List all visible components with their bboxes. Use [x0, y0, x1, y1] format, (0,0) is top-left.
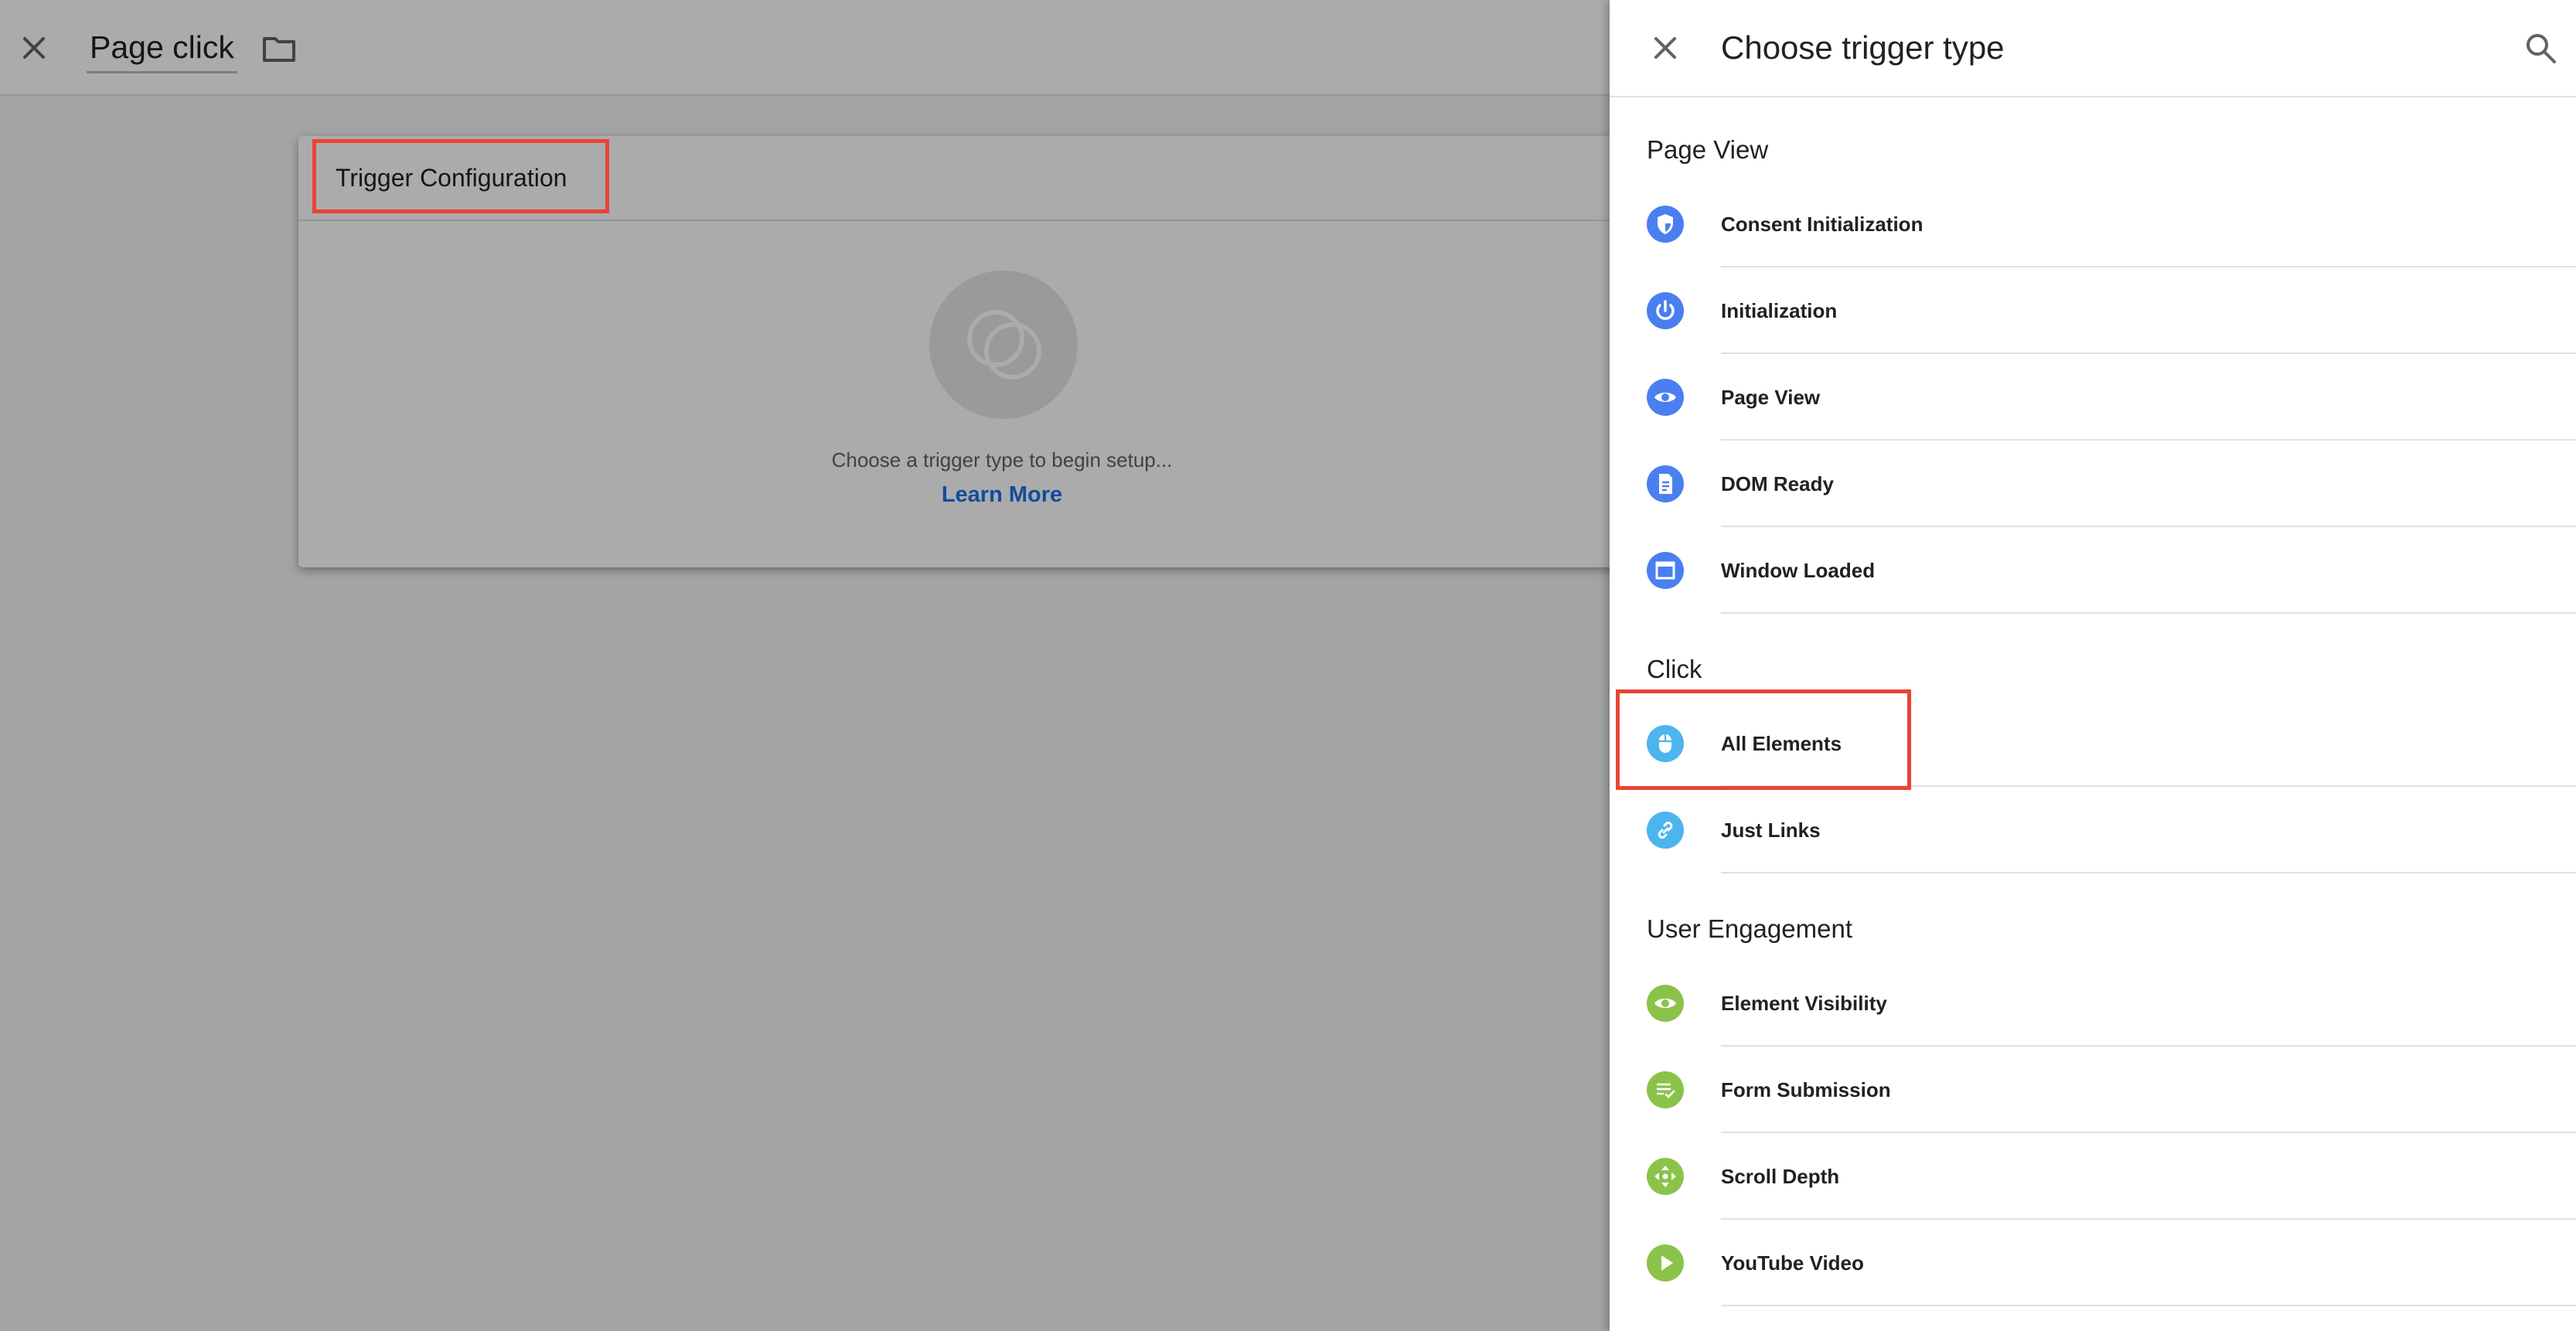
- eye-icon: [1647, 379, 1684, 416]
- shield-icon: [1647, 206, 1684, 243]
- mouse-icon: [1647, 725, 1684, 762]
- item-label: Page View: [1721, 386, 1821, 409]
- search-button[interactable]: [2522, 29, 2561, 68]
- item-label: Consent Initialization: [1721, 213, 1923, 236]
- divider: [1721, 1305, 2576, 1306]
- trigger-window-loaded[interactable]: Window Loaded: [1610, 527, 2576, 614]
- trigger-form-submission[interactable]: Form Submission: [1610, 1047, 2576, 1133]
- power-icon: [1647, 292, 1684, 329]
- item-label: DOM Ready: [1721, 472, 1834, 495]
- trigger-all-elements[interactable]: All Elements: [1610, 700, 2576, 787]
- section-title-page-view: Page View: [1647, 135, 1769, 164]
- divider: [1721, 872, 2576, 873]
- scroll-arrows-icon: [1647, 1158, 1684, 1195]
- item-label: Scroll Depth: [1721, 1165, 1840, 1188]
- play-icon: [1647, 1244, 1684, 1282]
- item-label: Window Loaded: [1721, 559, 1876, 582]
- close-icon: [1654, 37, 1676, 59]
- item-label: YouTube Video: [1721, 1251, 1864, 1275]
- trigger-element-visibility[interactable]: Element Visibility: [1610, 960, 2576, 1047]
- item-label: Form Submission: [1721, 1078, 1891, 1101]
- eye-icon: [1647, 985, 1684, 1022]
- item-label: Element Visibility: [1721, 992, 1887, 1015]
- divider: [1721, 612, 2576, 614]
- close-panel-button[interactable]: [1647, 29, 1684, 66]
- search-icon: [2527, 34, 2556, 63]
- item-label: All Elements: [1721, 732, 1842, 755]
- modal-scrim[interactable]: [0, 0, 1610, 1331]
- trigger-consent-initialization[interactable]: Consent Initialization: [1610, 181, 2576, 267]
- panel-header: Choose trigger type: [1610, 0, 2576, 97]
- link-icon: [1647, 812, 1684, 849]
- trigger-editor: Page click Trigger Configuration Choose …: [0, 0, 1690, 1331]
- trigger-initialization[interactable]: Initialization: [1610, 267, 2576, 354]
- trigger-dom-ready[interactable]: DOM Ready: [1610, 441, 2576, 527]
- section-title-user-engagement: User Engagement: [1647, 914, 1852, 943]
- document-icon: [1647, 465, 1684, 502]
- trigger-scroll-depth[interactable]: Scroll Depth: [1610, 1133, 2576, 1220]
- panel-title: Choose trigger type: [1721, 29, 2005, 66]
- item-label: Initialization: [1721, 299, 1838, 322]
- window-icon: [1647, 552, 1684, 589]
- item-label: Just Links: [1721, 819, 1821, 842]
- trigger-just-links[interactable]: Just Links: [1610, 787, 2576, 873]
- choose-trigger-panel: Choose trigger type Page View Consent In…: [1610, 0, 2576, 1331]
- trigger-youtube-video[interactable]: YouTube Video: [1610, 1220, 2576, 1306]
- form-check-icon: [1647, 1071, 1684, 1108]
- section-title-click: Click: [1647, 655, 1702, 683]
- trigger-page-view[interactable]: Page View: [1610, 354, 2576, 441]
